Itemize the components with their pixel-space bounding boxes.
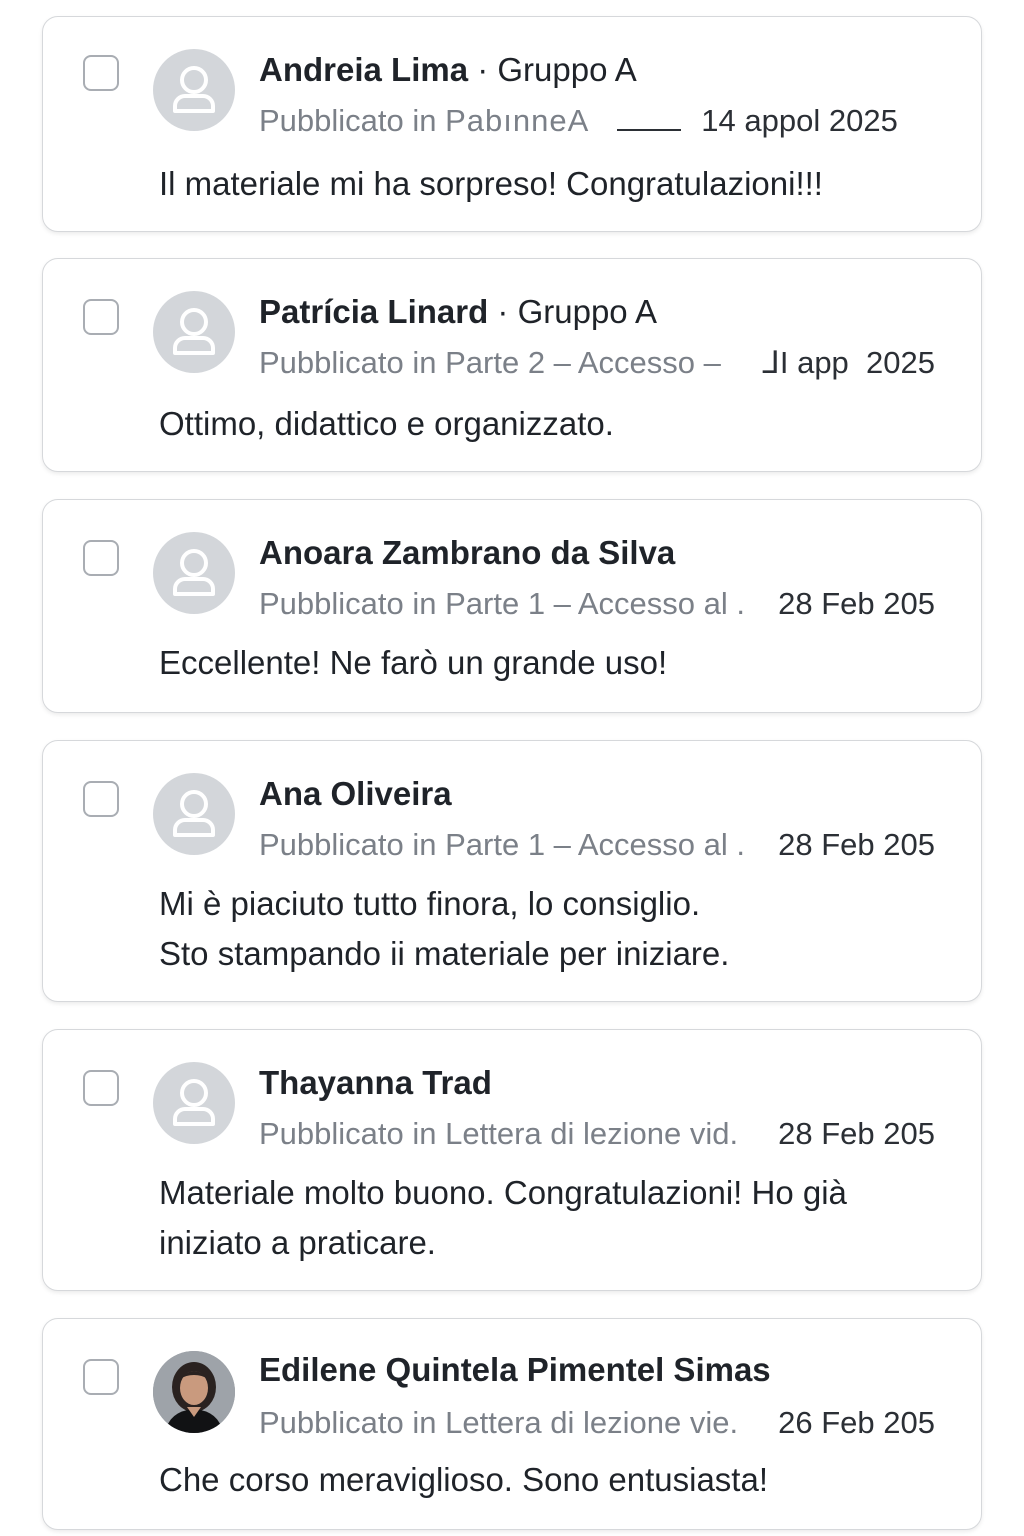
lesson-link[interactable]: PabınneA: [445, 105, 589, 136]
comment-card: Thayanna Trad Pubblicato in Lettera di l…: [42, 1029, 982, 1291]
comment-card: Edilene Quintela Pimentel Simas Pubblica…: [42, 1318, 982, 1530]
comment-text: Mi è piaciuto tutto finora, lo consiglio…: [159, 879, 941, 979]
lesson-link[interactable]: Parte 1 – Accesso al .: [445, 829, 745, 860]
published-prefix: Pubblicato in: [259, 345, 446, 380]
author-name[interactable]: Ana Oliveira: [259, 775, 452, 812]
select-checkbox[interactable]: [83, 1359, 119, 1395]
author-line: Edilene Quintela Pimentel Simas: [259, 1353, 771, 1386]
comment-line: Eccellente! Ne farò un grande uso!: [159, 644, 668, 681]
post-meta: Pubblicato in Parte 1 – Accesso al . 28 F…: [259, 829, 935, 860]
author-group: · Gruppo A: [468, 51, 637, 88]
post-date: 26 Feb 205: [778, 1405, 935, 1440]
post-date: 14 appol 2025: [701, 103, 898, 138]
comment-line: Che corso meraviglioso. Sono entusiasta!: [159, 1461, 768, 1498]
comment-line: Ottimo, didattico e organizzato.: [159, 405, 614, 442]
post-meta: Pubblicato in Lettera di lezione vie. 26 …: [259, 1407, 935, 1438]
post-date: ⅃I app 2025: [762, 345, 935, 380]
author-group: · Gruppo A: [488, 293, 658, 330]
author-line: Thayanna Trad: [259, 1066, 492, 1099]
lesson-link[interactable]: Lettera di lezione vid.: [445, 1118, 738, 1149]
author-name[interactable]: Thayanna Trad: [259, 1064, 492, 1101]
comment-text: Eccellente! Ne farò un grande uso!: [159, 638, 941, 688]
author-line: Andreia Lima · Gruppo A: [259, 53, 637, 86]
author-name[interactable]: Patrícia Linard: [259, 293, 488, 330]
post-date: 28 Feb 205: [778, 827, 935, 862]
separator-dash: [617, 129, 682, 131]
comment-card: Patrícia Linard · Gruppo A Pubblicato in…: [42, 258, 982, 472]
lesson-link[interactable]: Parte 1 – Accesso al .: [445, 588, 745, 619]
comment-line: Il materiale mi ha sorpreso! Congratulaz…: [159, 165, 823, 202]
comment-card: Ana Oliveira Pubblicato in Parte 1 – Acc…: [42, 740, 982, 1002]
author-line: Patrícia Linard · Gruppo A: [259, 295, 657, 328]
comment-text: Ottimo, didattico e organizzato.: [159, 399, 941, 449]
author-name[interactable]: Anoara Zambrano da Silva: [259, 534, 675, 571]
published-prefix: Pubblicato in: [259, 1405, 446, 1440]
comment-card: Andreia Lima · Gruppo A Pubblicato in Pa…: [42, 16, 982, 232]
person-placeholder-icon: [153, 291, 235, 373]
select-checkbox[interactable]: [83, 1070, 119, 1106]
post-meta: Pubblicato in Lettera di lezione vid. 28 …: [259, 1118, 935, 1149]
author-line: Ana Oliveira: [259, 777, 452, 810]
comment-text: Il materiale mi ha sorpreso! Congratulaz…: [159, 159, 941, 209]
comment-text: Materiale molto buono. Congratulazioni! …: [159, 1168, 941, 1268]
select-checkbox[interactable]: [83, 55, 119, 91]
select-checkbox[interactable]: [83, 299, 119, 335]
person-placeholder-icon: [153, 773, 235, 855]
published-prefix: Pubblicato in: [259, 586, 446, 621]
post-meta: Pubblicato in Parte 1 – Accesso al . 28 F…: [259, 588, 935, 619]
comment-text: Che corso meraviglioso. Sono entusiasta!: [159, 1455, 941, 1505]
published-prefix: Pubblicato in: [259, 103, 446, 138]
user-photo-avatar: [153, 1351, 235, 1433]
published-prefix: Pubblicato in: [259, 1116, 446, 1151]
author-line: Anoara Zambrano da Silva: [259, 536, 675, 569]
person-placeholder-icon: [153, 1062, 235, 1144]
lesson-link[interactable]: Parte 2 – Accesso –: [445, 347, 721, 378]
select-checkbox[interactable]: [83, 540, 119, 576]
post-date: 28 Feb 205: [778, 1116, 935, 1151]
comment-line: iniziato a praticare.: [159, 1224, 436, 1261]
post-meta: Pubblicato in Parte 2 – Accesso – ⅃I app …: [259, 347, 935, 378]
author-name[interactable]: Edilene Quintela Pimentel Simas: [259, 1351, 771, 1388]
post-date: 28 Feb 205: [778, 586, 935, 621]
lesson-link[interactable]: Lettera di lezione vie.: [445, 1407, 738, 1438]
select-checkbox[interactable]: [83, 781, 119, 817]
published-prefix: Pubblicato in: [259, 827, 446, 862]
comment-line: Sto stampando ii materiale per iniziare.: [159, 935, 730, 972]
comment-list: Andreia Lima · Gruppo A Pubblicato in Pa…: [0, 0, 1024, 1536]
comment-line: Mi è piaciuto tutto finora, lo consiglio…: [159, 885, 701, 922]
author-name[interactable]: Andreia Lima: [259, 51, 468, 88]
comment-line: Materiale molto buono. Congratulazioni! …: [159, 1174, 847, 1211]
person-placeholder-icon: [153, 532, 235, 614]
comment-card: Anoara Zambrano da Silva Pubblicato in P…: [42, 499, 982, 713]
post-meta: Pubblicato in PabınneA 14 appol 2025: [259, 105, 935, 140]
person-placeholder-icon: [153, 49, 235, 131]
